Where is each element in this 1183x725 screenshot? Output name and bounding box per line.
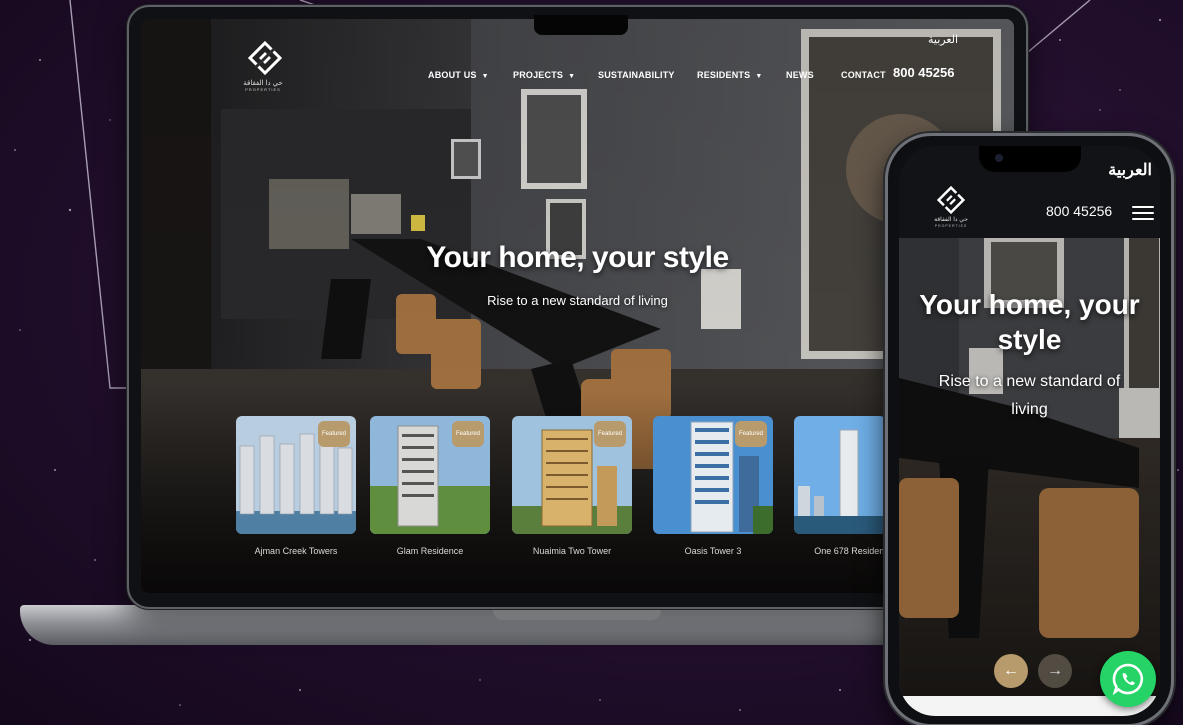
nav-projects[interactable]: PROJECTS ▼ xyxy=(513,70,575,80)
arabic-language-link[interactable]: العربية xyxy=(928,33,958,46)
logo-english-text: PROPERTIES xyxy=(934,224,968,228)
logo-arabic-text: حي دا الفقاقة xyxy=(243,80,283,87)
diamond-logo-icon xyxy=(937,186,965,214)
arrow-right-icon: → xyxy=(1047,662,1063,679)
carousel-prev-button[interactable]: ← xyxy=(994,654,1028,688)
nav-sustainability[interactable]: SUSTAINABILITY xyxy=(598,70,675,80)
nav-news[interactable]: NEWS xyxy=(786,70,814,80)
laptop-camera-notch xyxy=(534,15,628,35)
mobile-arabic-language-link[interactable]: العربية xyxy=(1108,160,1152,180)
phone-screen: العربية حي دا الفقاقة PROPERTIES 800 452… xyxy=(899,146,1160,716)
carousel-next-button[interactable]: → xyxy=(1038,654,1072,688)
mobile-hero-title: Your home, your style xyxy=(919,289,1140,355)
project-name[interactable]: Nuaimia Two Tower xyxy=(502,546,642,556)
diamond-logo-icon xyxy=(248,41,282,75)
nav-about-us[interactable]: ABOUT US ▼ xyxy=(428,70,489,80)
logo-english-text: PROPERTIES xyxy=(245,87,281,92)
site-logo[interactable]: حي دا الفقاقة PROPERTIES xyxy=(233,41,293,93)
featured-badge: Featured xyxy=(594,421,626,447)
project-card-glam-residence[interactable]: Featured xyxy=(370,416,490,534)
mobile-phone-number-link[interactable]: 800 45256 xyxy=(1046,203,1112,219)
laptop-screen: حي دا الفقاقة PROPERTIES العربية ABOUT U… xyxy=(141,19,1014,593)
featured-badge: Featured xyxy=(452,421,484,447)
phone-notch xyxy=(979,146,1081,172)
hamburger-icon[interactable] xyxy=(1132,206,1154,220)
arrow-left-icon: ← xyxy=(1003,662,1019,679)
project-card-oasis-tower-3[interactable]: Featured xyxy=(653,416,773,534)
whatsapp-icon xyxy=(1112,663,1144,696)
mobile-site-logo[interactable]: حي دا الفقاقة PROPERTIES xyxy=(929,186,973,232)
project-card-ajman-creek-towers[interactable]: Featured xyxy=(236,416,356,534)
project-card-one-678-residence[interactable] xyxy=(794,416,886,534)
featured-badge: Featured xyxy=(735,421,767,447)
chevron-down-icon: ▼ xyxy=(481,73,489,80)
whatsapp-button[interactable] xyxy=(1100,651,1156,707)
chevron-down-icon: ▼ xyxy=(755,73,763,80)
project-card-nuaimia-two-tower[interactable]: Featured xyxy=(512,416,632,534)
project-name[interactable]: Ajman Creek Towers xyxy=(226,546,366,556)
project-image xyxy=(794,416,886,534)
logo-arabic-text: حي دا الفقاقة xyxy=(934,217,968,223)
featured-badge: Featured xyxy=(318,421,350,447)
hero-title: Your home, your style xyxy=(426,241,729,274)
project-name[interactable]: Oasis Tower 3 xyxy=(643,546,783,556)
nav-contact[interactable]: CONTACT xyxy=(841,70,886,80)
project-name[interactable]: Glam Residence xyxy=(360,546,500,556)
hero-subtitle: Rise to a new standard of living xyxy=(487,293,668,308)
nav-residents[interactable]: RESIDENTS ▼ xyxy=(697,70,762,80)
chevron-down-icon: ▼ xyxy=(568,73,576,80)
phone-frame: العربية حي دا الفقاقة PROPERTIES 800 452… xyxy=(885,133,1174,725)
phone-number-link[interactable]: 800 45256 xyxy=(893,65,954,80)
mobile-hero-subtitle: Rise to a new standard of living xyxy=(938,373,1121,418)
laptop-base xyxy=(20,605,1005,645)
